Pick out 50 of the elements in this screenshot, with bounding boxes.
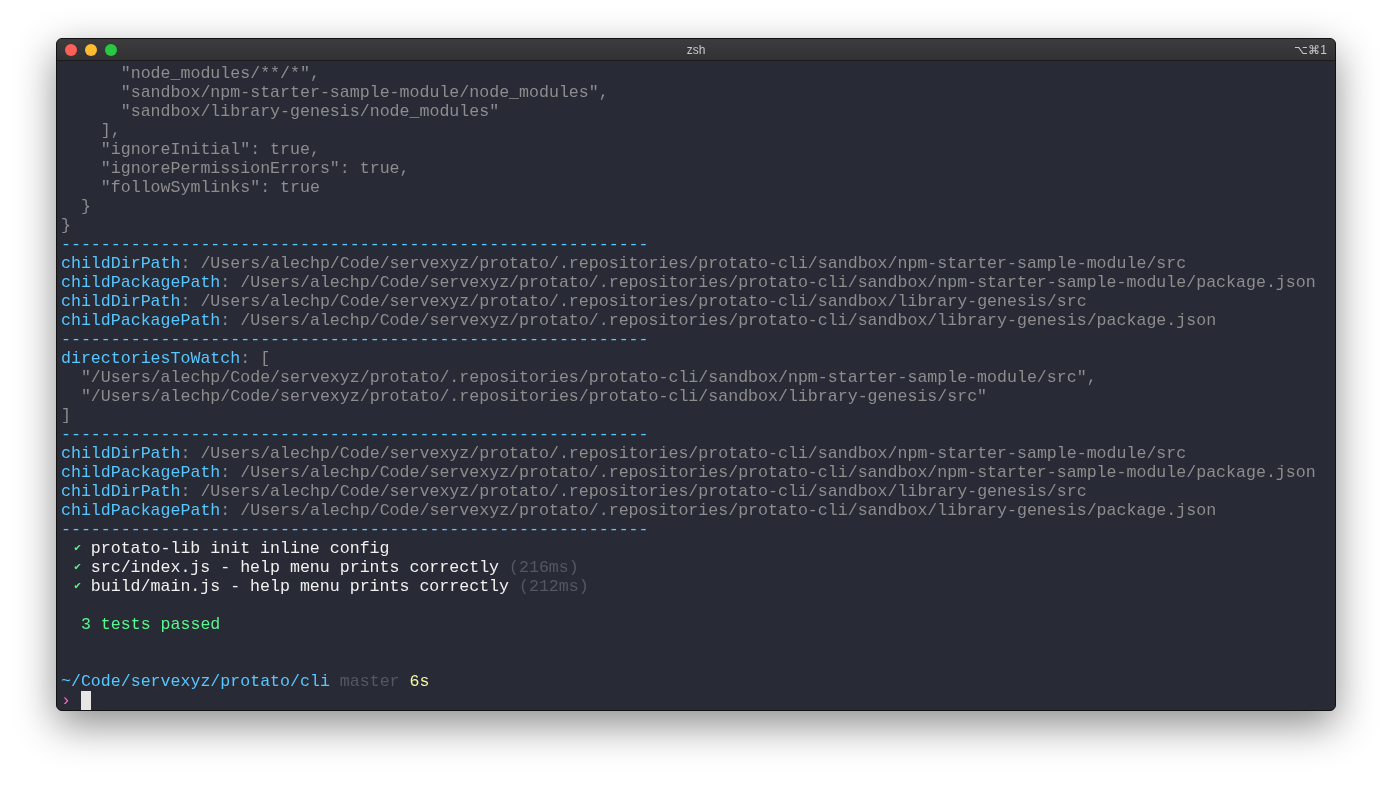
key-text: childDirPath (61, 482, 181, 501)
output-text: : /Users/alechp/Code/servexyz/protato/.repositories/protato-cli/sandbox/library-genesis/src (180, 292, 1087, 311)
check-mark: ✔ (73, 541, 81, 556)
window-title: zsh (685, 42, 707, 57)
output-text: } (61, 216, 71, 235)
check-mark: ✔ (73, 579, 81, 594)
output-text: : /Users/alechp/Code/servexyz/protato/.repositories/protato-cli/sandbox/npm-starter-sample-module/package.json (220, 463, 1316, 482)
output-text: "sandbox/library-genesis/node_modules" (119, 102, 500, 121)
output-text: "ignoreInitial": true, (99, 140, 320, 159)
key-text: childDirPath (61, 254, 181, 273)
output-text: : /Users/alechp/Code/servexyz/protato/.repositories/protato-cli/sandbox/library-genesis/src (180, 482, 1087, 501)
key-text: childDirPath (61, 444, 181, 463)
shortcut-text: ⌥⌘1 (1293, 42, 1327, 57)
output-text: "sandbox/npm-starter-sample-module/node_modules", (119, 83, 609, 102)
output-text: "/Users/alechp/Code/servexyz/protato/.repositories/protato-cli/sandbox/library-genesis/src" (79, 387, 988, 406)
output-text: ] (61, 406, 71, 425)
test-name: protato-lib init inline config (89, 539, 390, 558)
key-text: childPackagePath (61, 501, 221, 520)
output-text: "ignorePermissionErrors": true, (99, 159, 410, 178)
output-text: "/Users/alechp/Code/servexyz/protato/.repositories/protato-cli/sandbox/npm-starter-sample-module/src", (79, 368, 1097, 387)
output-text: "node_modules/**/*", (119, 64, 320, 83)
dashed-rule: ----------------------------------------------------------- (61, 520, 649, 539)
key-text: childPackagePath (61, 311, 221, 330)
key-text: directoriesToWatch (61, 349, 241, 368)
minimize-button[interactable] (85, 43, 97, 56)
summary-text: 3 tests passed (79, 615, 221, 634)
output-text: } (79, 197, 91, 216)
prompt-symbol: › (61, 691, 71, 710)
dashed-rule: ----------------------------------------------------------- (61, 235, 649, 254)
close-button[interactable] (65, 43, 77, 56)
output-text: : /Users/alechp/Code/servexyz/protato/.repositories/protato-cli/sandbox/library-genesis/package.json (220, 501, 1217, 520)
output-text: "followSymlinks": true (99, 178, 320, 197)
dashed-rule: ----------------------------------------------------------- (61, 330, 649, 349)
output-text: ], (99, 121, 121, 140)
test-name: build/main.js - help menu prints correctly (89, 577, 510, 596)
key-text: childDirPath (61, 292, 181, 311)
output-text: : [ (240, 349, 271, 368)
dashed-rule: ----------------------------------------------------------- (61, 425, 649, 444)
key-text: ~/Code/servexyz/protato/cli (61, 672, 330, 691)
test-name: src/index.js - help menu prints correctly (89, 558, 500, 577)
output-text: : /Users/alechp/Code/servexyz/protato/.repositories/protato-cli/sandbox/npm-starter-sample-module/src (180, 254, 1187, 273)
text-cursor (80, 691, 91, 710)
output-text: : /Users/alechp/Code/servexyz/protato/.repositories/protato-cli/sandbox/library-genesis/package.json (220, 311, 1217, 330)
maximize-button[interactable] (105, 43, 117, 56)
key-text: childPackagePath (61, 463, 221, 482)
key-text: childPackagePath (61, 273, 221, 292)
output-text: : /Users/alechp/Code/servexyz/protato/.repositories/protato-cli/sandbox/npm-starter-sample-module/package.json (220, 273, 1316, 292)
check-mark: ✔ (73, 560, 81, 575)
output-text: : /Users/alechp/Code/servexyz/protato/.repositories/protato-cli/sandbox/npm-starter-sample-module/src (180, 444, 1187, 463)
duration-text: 6s (408, 672, 430, 691)
